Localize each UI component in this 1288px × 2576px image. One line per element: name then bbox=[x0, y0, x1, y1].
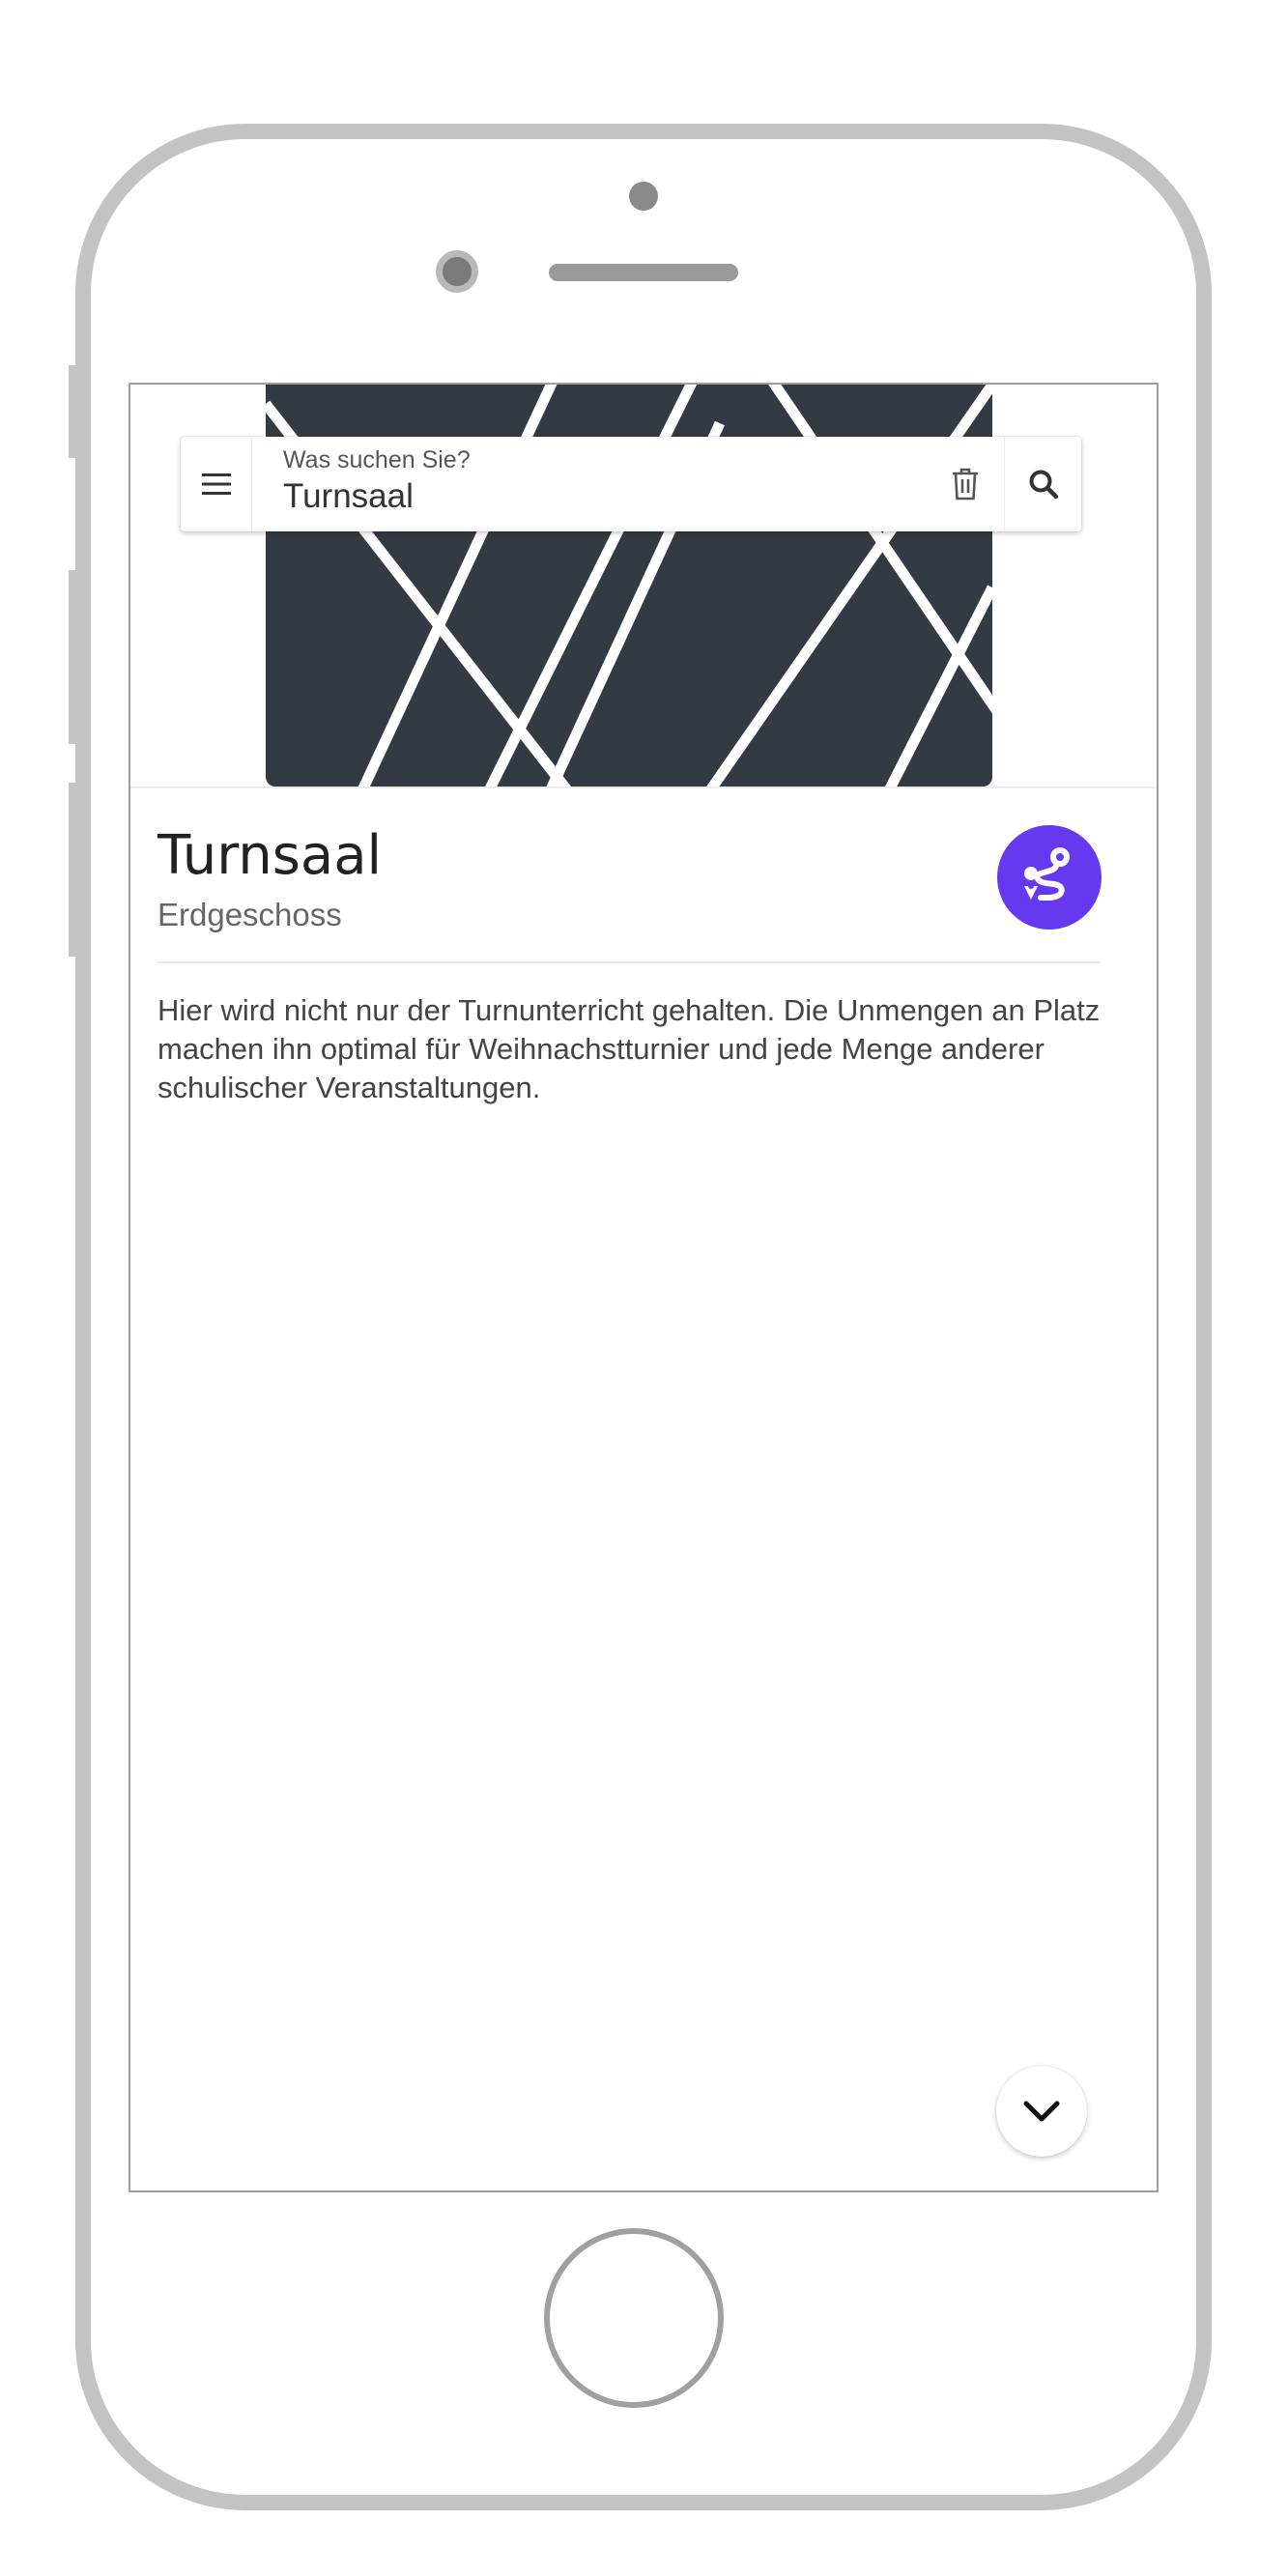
search-field-label: Was suchen Sie? bbox=[283, 446, 471, 473]
earpiece-speaker bbox=[549, 264, 738, 281]
volume-down-button bbox=[69, 783, 75, 957]
collapse-button[interactable] bbox=[996, 2066, 1087, 2157]
search-input[interactable] bbox=[283, 477, 863, 516]
route-button[interactable] bbox=[997, 825, 1102, 930]
front-camera bbox=[436, 250, 478, 293]
search-icon bbox=[1029, 470, 1058, 500]
mute-switch bbox=[69, 365, 75, 458]
chevron-down-icon bbox=[1023, 2101, 1060, 2122]
search-button[interactable] bbox=[1004, 437, 1081, 531]
divider bbox=[157, 961, 1101, 963]
home-button[interactable] bbox=[544, 2228, 724, 2408]
room-image-area: Was suchen Sie? bbox=[130, 385, 1157, 788]
app-screen: Was suchen Sie? Turnsaal Turnsaal Erdges… bbox=[129, 383, 1159, 2192]
menu-button[interactable] bbox=[181, 437, 252, 531]
room-floor: Erdgeschoss bbox=[157, 897, 342, 932]
room-title: Turnsaal bbox=[157, 824, 383, 887]
search-field: Was suchen Sie? bbox=[252, 437, 927, 531]
room-description: Hier wird nicht nur der Turnunterricht g… bbox=[157, 993, 1101, 1104]
search-bar: Was suchen Sie? bbox=[181, 437, 1081, 531]
volume-up-button bbox=[69, 570, 75, 744]
proximity-sensor bbox=[629, 182, 658, 211]
menu-icon bbox=[201, 473, 231, 495]
clear-search-button[interactable] bbox=[927, 437, 1004, 531]
trash-icon bbox=[953, 468, 978, 501]
route-icon bbox=[1024, 847, 1070, 901]
